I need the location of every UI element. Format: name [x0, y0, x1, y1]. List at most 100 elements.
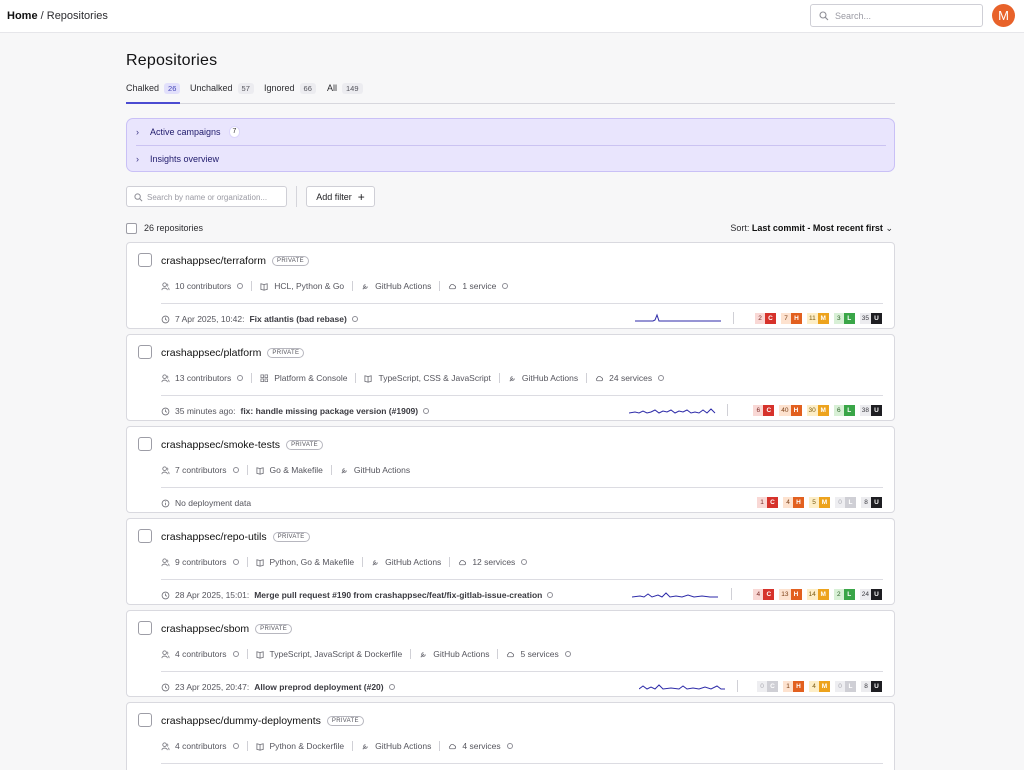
medium-count[interactable]: 4M — [809, 680, 830, 692]
unknown-count[interactable]: 35 U — [859, 312, 882, 324]
divider — [355, 373, 357, 383]
high-count[interactable]: 4H — [783, 496, 804, 508]
critical-count[interactable]: 6C — [753, 404, 775, 416]
repo-checkbox[interactable] — [138, 529, 152, 543]
repo-card[interactable]: crashappsec/dummy-deployments PRIVATE 4 … — [126, 702, 895, 770]
info-icon[interactable] — [658, 375, 665, 381]
info-icon[interactable] — [521, 559, 528, 565]
divider — [246, 649, 248, 659]
repo-name[interactable]: crashappsec/repo-utils — [161, 531, 267, 543]
select-all-checkbox[interactable] — [126, 222, 137, 234]
repo-card[interactable]: crashappsec/smoke-tests PRIVATE 7 contri… — [126, 426, 895, 513]
global-search-input[interactable] — [835, 8, 975, 23]
divider — [246, 465, 248, 475]
book-icon — [255, 558, 264, 567]
info-icon[interactable] — [232, 467, 239, 473]
repo-checkbox[interactable] — [138, 621, 152, 635]
ci-provider: GitHub Actions — [385, 557, 442, 567]
high-count[interactable]: 13 H — [779, 588, 802, 600]
repo-search-input[interactable] — [147, 190, 283, 204]
tab-chalked[interactable]: Chalked 26 — [126, 83, 181, 104]
repo-card[interactable]: crashappsec/sbom PRIVATE 4 contributors … — [126, 610, 895, 697]
info-icon[interactable] — [232, 743, 239, 749]
plus-icon: + — [357, 189, 365, 204]
critical-count[interactable]: 2C — [755, 312, 777, 324]
services-count: 5 services — [520, 649, 559, 659]
commit-sparkline — [635, 313, 721, 322]
languages: Python & Dockerfile — [269, 741, 345, 751]
repo-name[interactable]: crashappsec/smoke-tests — [161, 439, 280, 451]
info-icon[interactable] — [423, 408, 430, 414]
critical-count[interactable]: 1C — [757, 496, 778, 508]
user-avatar[interactable]: M — [992, 4, 1015, 27]
commit-message[interactable]: Allow preprod deployment (#20) — [254, 682, 383, 692]
divider — [497, 649, 499, 659]
high-count[interactable]: 7H — [781, 312, 803, 324]
unknown-count[interactable]: 38 U — [859, 404, 882, 416]
low-count[interactable]: 3L — [833, 312, 855, 324]
unknown-count[interactable]: 8U — [861, 496, 882, 508]
repo-checkbox[interactable] — [138, 713, 152, 727]
commit-message[interactable]: Fix atlantis (bad rebase) — [249, 314, 346, 324]
commit-message[interactable]: Merge pull request #190 from crashappsec… — [254, 590, 542, 600]
severity-counts: 6C 40 H 30 M 6L 38 U — [753, 404, 882, 416]
repo-search[interactable] — [126, 186, 287, 207]
languages: TypeScript, CSS & JavaScript — [378, 373, 491, 383]
repo-card[interactable]: crashappsec/platform PRIVATE 13 contribu… — [126, 334, 895, 421]
medium-count[interactable]: 14 M — [806, 588, 829, 600]
contributors-count: 7 contributors — [175, 465, 227, 475]
info-icon[interactable] — [388, 684, 395, 690]
active-campaigns-toggle[interactable]: › Active campaigns 7 — [136, 125, 241, 139]
medium-count[interactable]: 5M — [809, 496, 830, 508]
repo-name[interactable]: crashappsec/platform — [161, 347, 261, 359]
breadcrumb-home[interactable]: Home — [7, 10, 38, 22]
info-icon[interactable] — [237, 375, 244, 381]
divider — [410, 649, 412, 659]
repo-checkbox[interactable] — [138, 345, 152, 359]
low-count[interactable]: 6L — [833, 404, 855, 416]
repo-name[interactable]: crashappsec/terraform — [161, 255, 266, 267]
repo-card[interactable]: crashappsec/terraform PRIVATE 10 contrib… — [126, 242, 895, 329]
info-icon[interactable] — [232, 651, 239, 657]
unknown-count[interactable]: 24 U — [859, 588, 882, 600]
high-count[interactable]: 1H — [783, 680, 804, 692]
repo-checkbox[interactable] — [138, 253, 152, 267]
page-title: Repositories — [126, 52, 218, 69]
divider — [246, 557, 248, 567]
low-count[interactable]: 0L — [835, 680, 856, 692]
wrench-icon — [372, 559, 378, 566]
ci-provider: GitHub Actions — [375, 741, 432, 751]
sort-control[interactable]: Sort: Last commit - Most recent first ⌄ — [730, 223, 893, 234]
insights-overview-toggle[interactable]: › Insights overview — [136, 152, 219, 166]
contributors-icon — [161, 281, 170, 291]
info-icon[interactable] — [547, 592, 554, 598]
medium-count[interactable]: 11 M — [807, 312, 829, 324]
critical-count[interactable]: 0C — [757, 680, 778, 692]
info-icon[interactable] — [351, 316, 358, 322]
global-search[interactable] — [810, 4, 983, 27]
repo-checkbox[interactable] — [138, 437, 152, 451]
info-icon[interactable] — [564, 651, 571, 657]
info-icon[interactable] — [232, 559, 239, 565]
tab-unchalked[interactable]: Unchalked 57 — [190, 83, 254, 104]
medium-count[interactable]: 30 M — [806, 404, 829, 416]
no-deployment-text: No deployment data — [175, 498, 252, 508]
commit-message[interactable]: fix: handle missing package version (#19… — [240, 406, 418, 416]
repo-name[interactable]: crashappsec/sbom — [161, 623, 249, 635]
tab-all[interactable]: All 149 — [327, 83, 363, 104]
add-filter-button[interactable]: Add filter + — [306, 186, 375, 207]
info-icon[interactable] — [506, 743, 513, 749]
repo-name[interactable]: crashappsec/dummy-deployments — [161, 715, 321, 727]
tab-ignored[interactable]: Ignored 66 — [264, 83, 316, 104]
ci-provider: GitHub Actions — [375, 281, 432, 291]
repo-count: 26 repositories — [144, 223, 204, 233]
info-icon[interactable] — [502, 283, 509, 289]
repo-card[interactable]: crashappsec/repo-utils PRIVATE 9 contrib… — [126, 518, 895, 605]
info-icon[interactable] — [237, 283, 244, 289]
critical-count[interactable]: 4C — [753, 588, 775, 600]
unknown-count[interactable]: 8U — [861, 680, 882, 692]
sort-prefix: Sort: — [730, 223, 750, 233]
high-count[interactable]: 40 H — [779, 404, 802, 416]
low-count[interactable]: 0L — [835, 496, 856, 508]
low-count[interactable]: 2L — [833, 588, 855, 600]
